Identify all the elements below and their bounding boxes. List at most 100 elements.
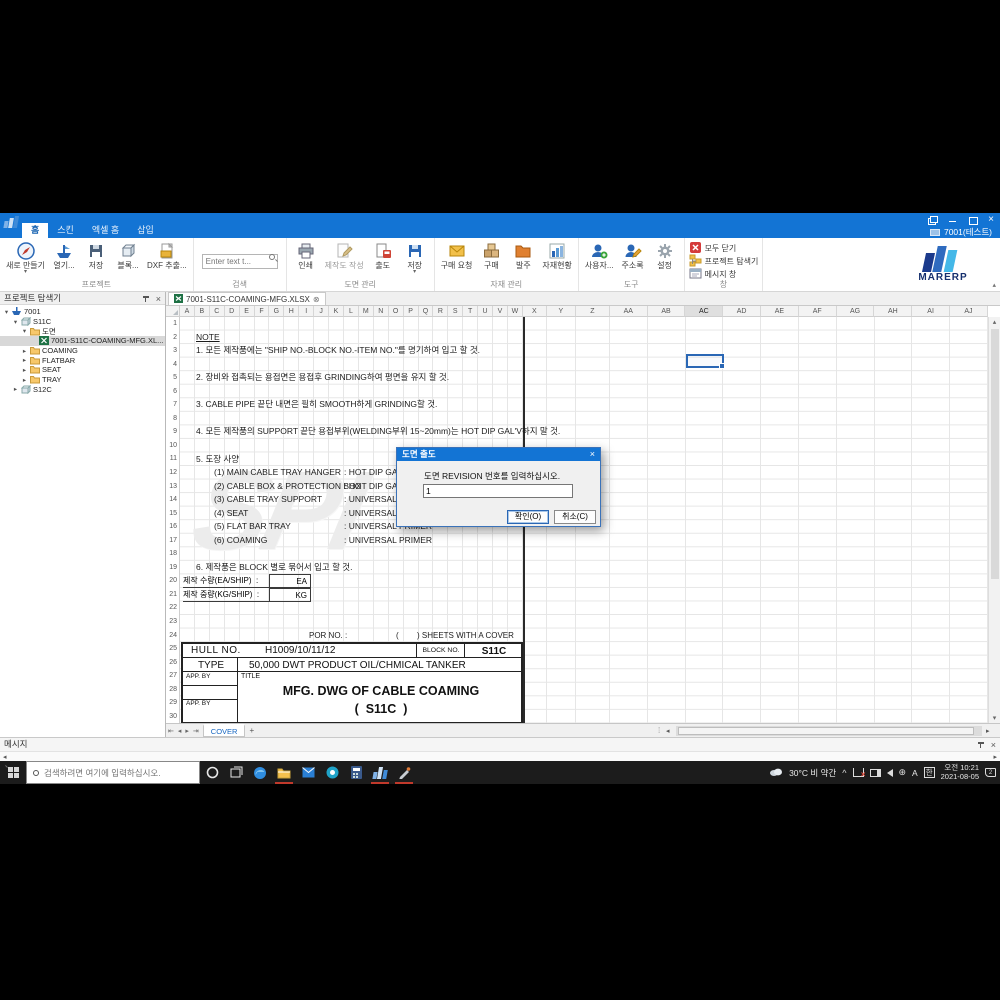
row-header-2[interactable]: 2 xyxy=(166,331,179,345)
dialog-title-bar[interactable]: 도면 출도 × xyxy=(397,448,600,461)
ok-button[interactable]: 확인(O) xyxy=(507,510,549,524)
row-header-12[interactable]: 12 xyxy=(166,466,179,480)
column-header-AI[interactable]: AI xyxy=(912,306,950,317)
hidden-icons-chevron[interactable]: ^ xyxy=(842,768,846,778)
pin-icon[interactable] xyxy=(143,296,149,298)
column-header-Y[interactable]: Y xyxy=(547,306,576,317)
task-view-icon[interactable] xyxy=(224,761,248,784)
chevron-right-icon[interactable]: ▸ xyxy=(21,366,28,374)
row-header-8[interactable]: 8 xyxy=(166,412,179,426)
ime-korean-indicator[interactable]: 한 xyxy=(924,767,935,778)
column-header-AH[interactable]: AH xyxy=(874,306,912,317)
selected-cell[interactable] xyxy=(686,354,724,368)
start-button[interactable] xyxy=(0,761,26,784)
row-header-27[interactable]: 27 xyxy=(166,669,179,683)
row-header-14[interactable]: 14 xyxy=(166,493,179,507)
notification-center-icon[interactable]: 2 xyxy=(985,768,996,777)
row-header-30[interactable]: 30 xyxy=(166,710,179,724)
scroll-down-icon[interactable]: ▾ xyxy=(989,714,1000,722)
column-header-H[interactable]: H xyxy=(284,306,299,317)
column-header-A[interactable]: A xyxy=(180,306,195,317)
row-header-6[interactable]: 6 xyxy=(166,385,179,399)
column-header-M[interactable]: M xyxy=(359,306,374,317)
tab-close-icon[interactable]: ⊗ xyxy=(313,295,320,304)
purchase-request-button[interactable]: 구매 요청 xyxy=(439,241,475,270)
column-header-C[interactable]: C xyxy=(210,306,225,317)
save-button[interactable]: 저장 xyxy=(81,241,111,270)
column-header-B[interactable]: B xyxy=(195,306,210,317)
add-sheet-button[interactable]: + xyxy=(245,726,258,735)
row-header-5[interactable]: 5 xyxy=(166,371,179,385)
column-header-S[interactable]: S xyxy=(448,306,463,317)
tree-item-s12c[interactable]: ▸S12C xyxy=(0,385,165,395)
edge-browser-icon[interactable] xyxy=(248,761,272,784)
row-header-26[interactable]: 26 xyxy=(166,656,179,670)
column-header-R[interactable]: R xyxy=(433,306,448,317)
prev-sheet-icon[interactable]: ◂ xyxy=(176,727,184,735)
column-header-T[interactable]: T xyxy=(463,306,478,317)
taskbar-search[interactable] xyxy=(26,761,200,784)
column-header-I[interactable]: I xyxy=(299,306,314,317)
dock-window-icon[interactable] xyxy=(928,216,937,224)
cancel-button[interactable]: 취소(C) xyxy=(554,510,596,524)
tree-item-7001-s11c-coaming-mfg-xl-[interactable]: 7001-S11C-COAMING-MFG.XL... xyxy=(0,336,165,346)
last-sheet-icon[interactable]: ⇥ xyxy=(191,727,201,735)
column-header-AJ[interactable]: AJ xyxy=(950,306,988,317)
marerp-app-icon[interactable] xyxy=(368,761,392,784)
column-header-V[interactable]: V xyxy=(493,306,508,317)
scroll-right-icon[interactable]: ▸ xyxy=(986,727,990,735)
row-header-23[interactable]: 23 xyxy=(166,615,179,629)
scroll-left-icon[interactable]: ◂ xyxy=(666,727,670,735)
column-header-X[interactable]: X xyxy=(523,306,547,317)
column-header-D[interactable]: D xyxy=(225,306,240,317)
row-header-15[interactable]: 15 xyxy=(166,507,179,521)
close-icon[interactable]: × xyxy=(988,216,994,224)
row-header-20[interactable]: 20 xyxy=(166,574,179,588)
settings-button[interactable]: 설정 xyxy=(650,241,680,270)
column-header-F[interactable]: F xyxy=(255,306,270,317)
column-header-E[interactable]: E xyxy=(240,306,255,317)
vertical-scroll-thumb[interactable] xyxy=(991,329,999,579)
network-disconnected-icon[interactable] xyxy=(853,768,864,777)
tree-item-seat[interactable]: ▸SEAT xyxy=(0,365,165,375)
row-header-3[interactable]: 3 xyxy=(166,344,179,358)
chevron-right-icon[interactable]: ▸ xyxy=(12,385,19,393)
column-header-AG[interactable]: AG xyxy=(837,306,875,317)
chevron-right-icon[interactable]: ▸ xyxy=(21,347,28,355)
row-header-25[interactable]: 25 xyxy=(166,642,179,656)
column-header-AA[interactable]: AA xyxy=(610,306,648,317)
speaker-icon[interactable] xyxy=(887,769,893,777)
tab-insert[interactable]: 삽입 xyxy=(128,223,163,238)
weather-text[interactable]: 30°C 비 약간 xyxy=(789,767,836,779)
project-explorer-button[interactable]: 프로젝트 탐색기 xyxy=(689,255,759,267)
file-explorer-icon[interactable] xyxy=(272,761,296,784)
row-header-28[interactable]: 28 xyxy=(166,683,179,697)
close-panel-icon[interactable]: × xyxy=(991,739,996,751)
cortana-icon[interactable] xyxy=(200,761,224,784)
column-header-AF[interactable]: AF xyxy=(799,306,837,317)
purchase-button[interactable]: 구매 xyxy=(476,241,506,270)
order-folder-button[interactable]: 발주 xyxy=(508,241,538,270)
horizontal-scrollbar[interactable] xyxy=(676,726,982,736)
mail-icon[interactable] xyxy=(296,761,320,784)
chevron-down-icon[interactable]: ▾ xyxy=(12,318,19,326)
scroll-up-icon[interactable]: ▴ xyxy=(989,318,1000,326)
column-header-N[interactable]: N xyxy=(374,306,389,317)
row-header-4[interactable]: 4 xyxy=(166,358,179,372)
release-button[interactable]: 출도 xyxy=(368,241,398,270)
tab-home[interactable]: 홈 xyxy=(22,223,48,238)
row-header-29[interactable]: 29 xyxy=(166,696,179,710)
save-drawing-button[interactable]: 저장▾ xyxy=(400,241,430,275)
column-header-AE[interactable]: AE xyxy=(761,306,799,317)
column-header-Q[interactable]: Q xyxy=(419,306,434,317)
chevron-down-icon[interactable]: ▾ xyxy=(21,327,28,335)
column-header-AC[interactable]: AC xyxy=(685,306,723,317)
row-header-21[interactable]: 21 xyxy=(166,588,179,602)
tab-skin[interactable]: 스킨 xyxy=(48,223,83,238)
pin-icon[interactable] xyxy=(978,742,984,744)
column-header-W[interactable]: W xyxy=(508,306,523,317)
tab-splitter[interactable]: ⁞ xyxy=(658,726,660,735)
tree-item-s11c[interactable]: ▾S11C xyxy=(0,317,165,327)
dxf-export-button[interactable]: DXF 추출... xyxy=(145,241,189,270)
column-header-Z[interactable]: Z xyxy=(576,306,610,317)
